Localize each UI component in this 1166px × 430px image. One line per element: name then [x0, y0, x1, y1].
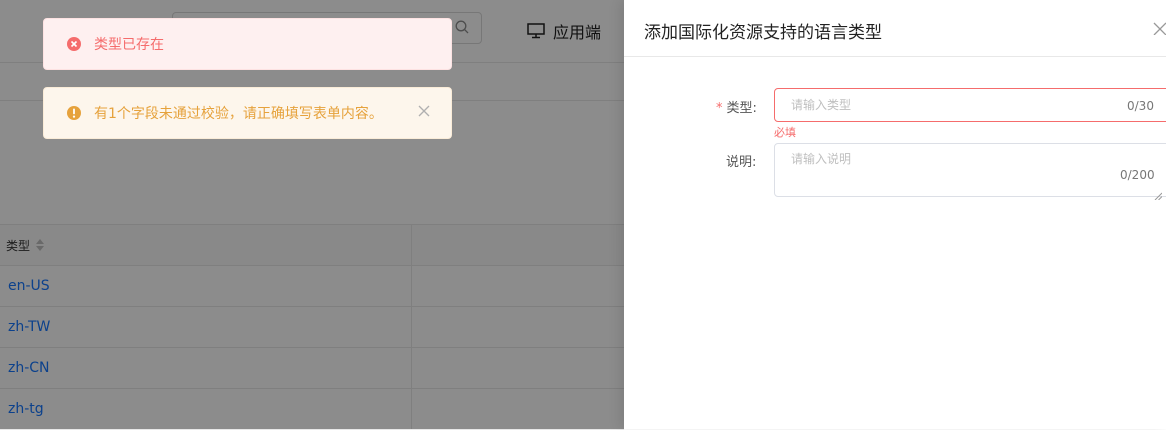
error-circle-icon [67, 37, 81, 51]
type-char-counter: 0/30 [1127, 99, 1154, 113]
type-input[interactable] [775, 89, 1091, 121]
resize-handle-icon[interactable] [1154, 192, 1162, 200]
description-textarea[interactable] [775, 144, 1075, 194]
drawer-header: 添加国际化资源支持的语言类型 [624, 0, 1166, 57]
type-label: * 类型: [716, 97, 757, 116]
required-mark: * [716, 101, 723, 116]
description-char-counter: 0/200 [1120, 168, 1155, 182]
type-label-text: 类型: [726, 101, 757, 116]
warning-toast-text: 有1个字段未通过校验，请正确填写表单内容。 [94, 106, 383, 122]
type-error-message: 必填 [774, 126, 796, 139]
description-input-wrapper: 0/200 [774, 143, 1166, 197]
warning-toast: 有1个字段未通过校验，请正确填写表单内容。 [43, 87, 452, 139]
drawer-title: 添加国际化资源支持的语言类型 [644, 23, 882, 43]
description-label: 说明: [726, 155, 757, 170]
close-icon[interactable] [1153, 22, 1166, 35]
close-icon[interactable] [417, 104, 431, 118]
type-input-wrapper: 0/30 [774, 88, 1166, 122]
error-toast: 类型已存在 [43, 18, 452, 70]
warning-circle-icon [67, 106, 81, 120]
error-toast-text: 类型已存在 [94, 37, 164, 53]
add-language-drawer: 添加国际化资源支持的语言类型 *类型: 0/30 必填 说明: 0/200 [624, 0, 1166, 429]
